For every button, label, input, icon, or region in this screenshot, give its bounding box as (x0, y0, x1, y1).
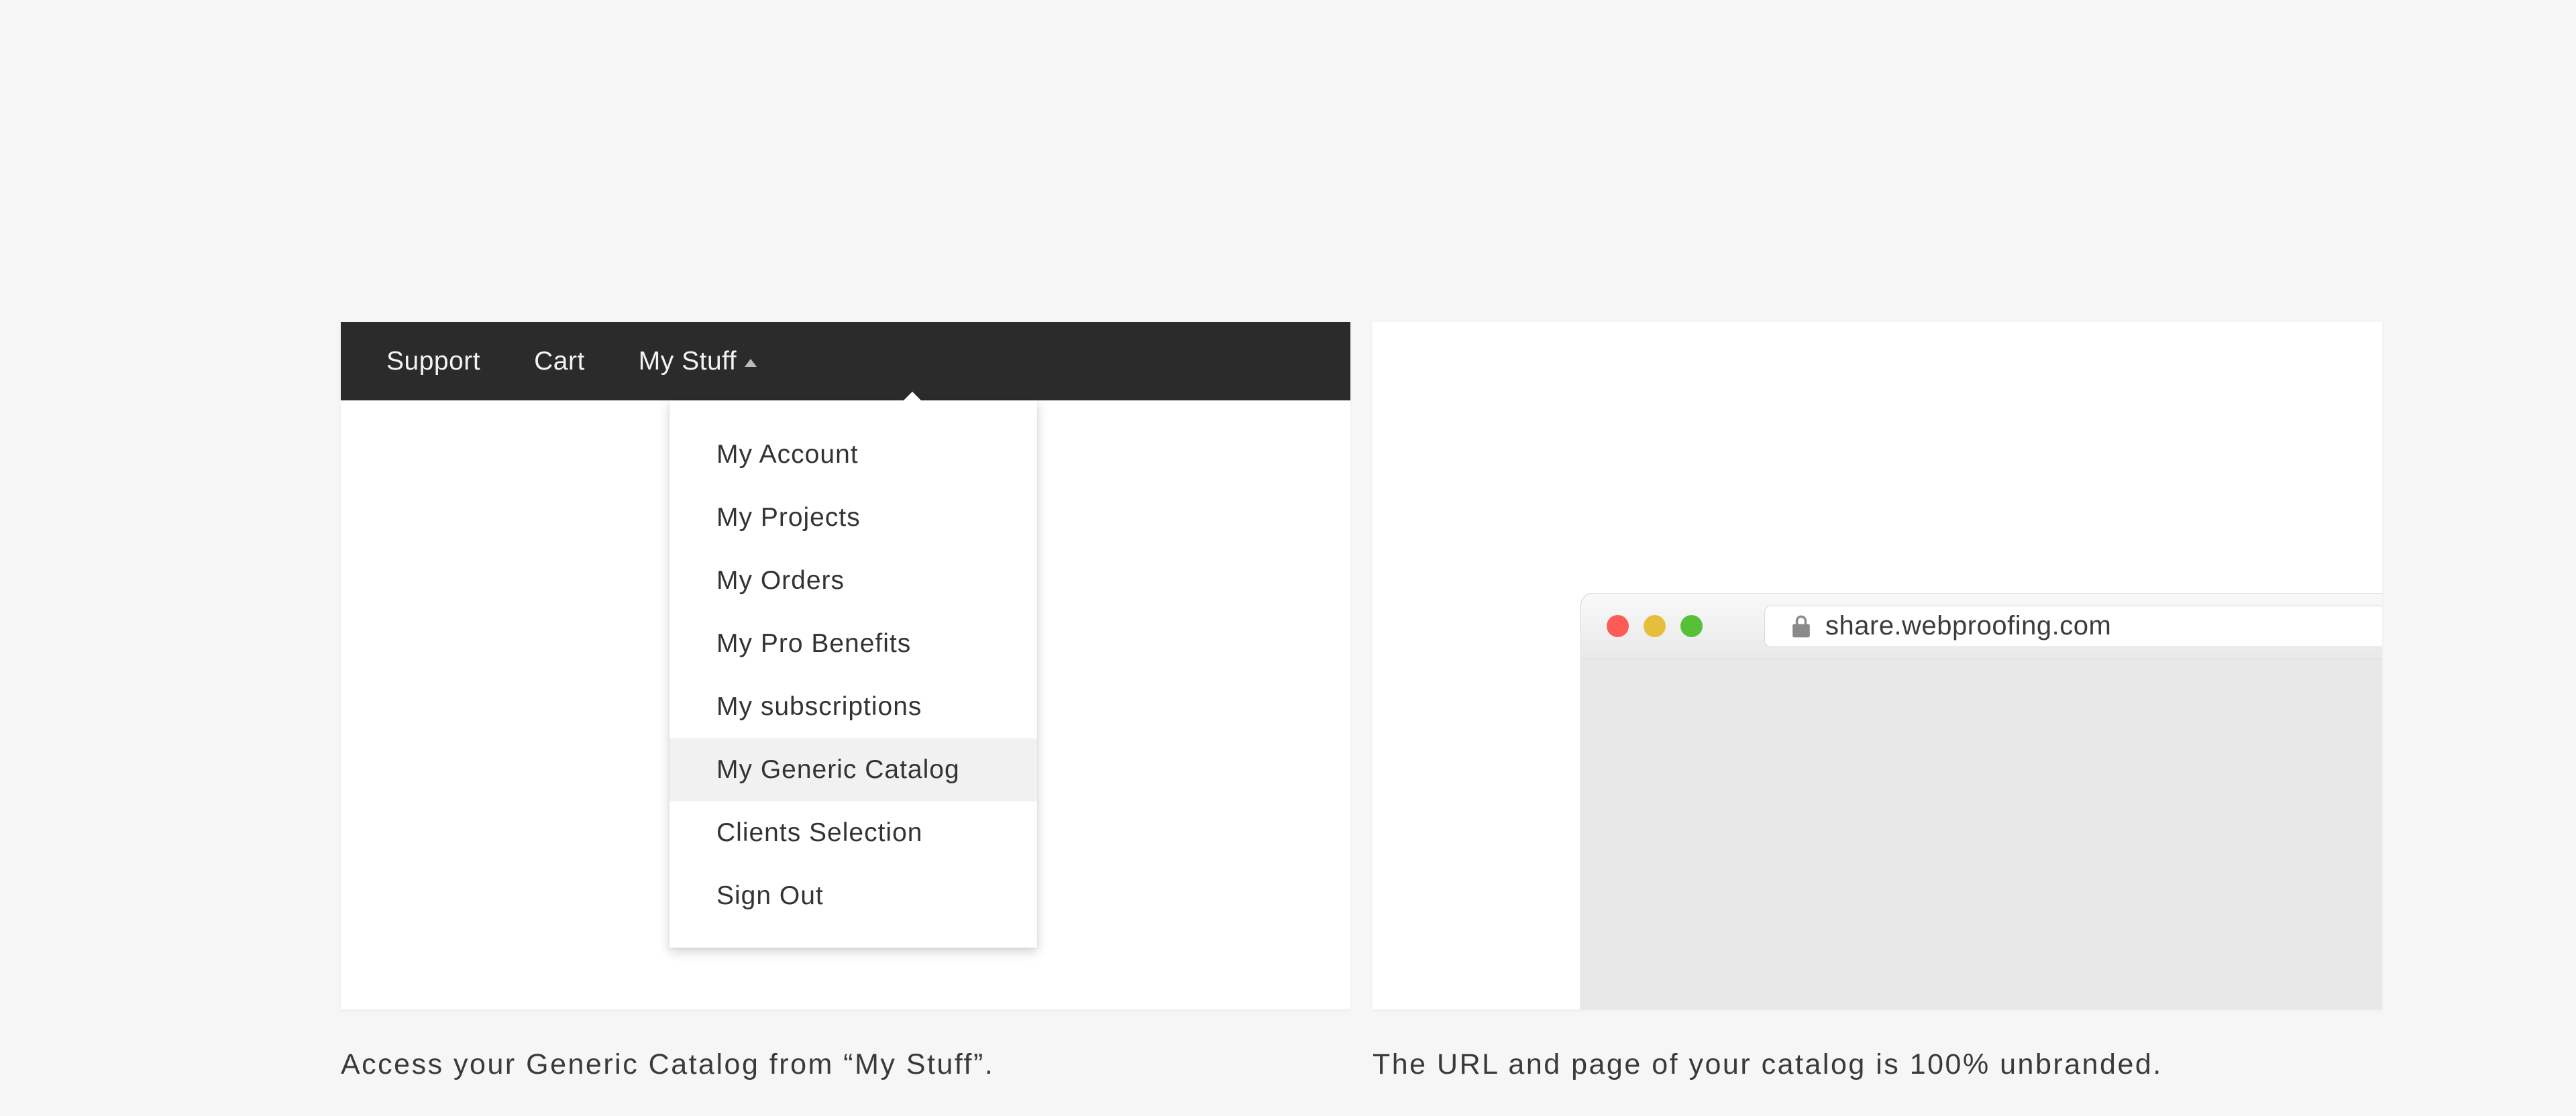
browser-content-area (1581, 659, 2382, 1009)
screenshot-panel-left: Support Cart My Stuff My Account My Proj… (341, 322, 1350, 1009)
dropdown-item-my-projects[interactable]: My Projects (669, 486, 1037, 549)
browser-url-text: share.webproofing.com (1825, 611, 2111, 641)
my-stuff-dropdown: My Account My Projects My Orders My Pro … (669, 400, 1037, 948)
nav-item-cart[interactable]: Cart (507, 322, 612, 400)
browser-titlebar: share.webproofing.com (1581, 594, 2382, 659)
dropdown-item-my-account[interactable]: My Account (669, 423, 1037, 486)
caption-right: The URL and page of your catalog is 100%… (1373, 1048, 2163, 1081)
window-close-icon[interactable] (1607, 615, 1629, 637)
dropdown-item-my-generic-catalog[interactable]: My Generic Catalog (669, 738, 1037, 801)
nav-item-label: My Stuff (639, 322, 737, 400)
nav-item-support[interactable]: Support (341, 322, 507, 400)
dropdown-item-clients-selection[interactable]: Clients Selection (669, 801, 1037, 864)
browser-url-bar[interactable]: share.webproofing.com (1764, 606, 2382, 647)
dropdown-item-my-orders[interactable]: My Orders (669, 549, 1037, 612)
dropdown-item-my-subscriptions[interactable]: My subscriptions (669, 675, 1037, 738)
dropdown-item-sign-out[interactable]: Sign Out (669, 864, 1037, 928)
nav-item-label: Cart (534, 322, 585, 400)
screenshot-panel-right: share.webproofing.com (1373, 322, 2382, 1009)
caption-left: Access your Generic Catalog from “My Stu… (341, 1048, 994, 1081)
browser-window: share.webproofing.com (1580, 593, 2382, 1009)
dropdown-item-my-pro-benefits[interactable]: My Pro Benefits (669, 612, 1037, 675)
window-minimize-icon[interactable] (1644, 615, 1666, 637)
nav-item-my-stuff[interactable]: My Stuff (612, 322, 784, 400)
lock-icon (1792, 615, 1811, 638)
nav-item-label: Support (386, 322, 480, 400)
navbar: Support Cart My Stuff (341, 322, 1350, 400)
caret-up-icon (745, 359, 757, 367)
window-zoom-icon[interactable] (1680, 615, 1703, 637)
dropdown-pointer-icon (900, 392, 924, 404)
